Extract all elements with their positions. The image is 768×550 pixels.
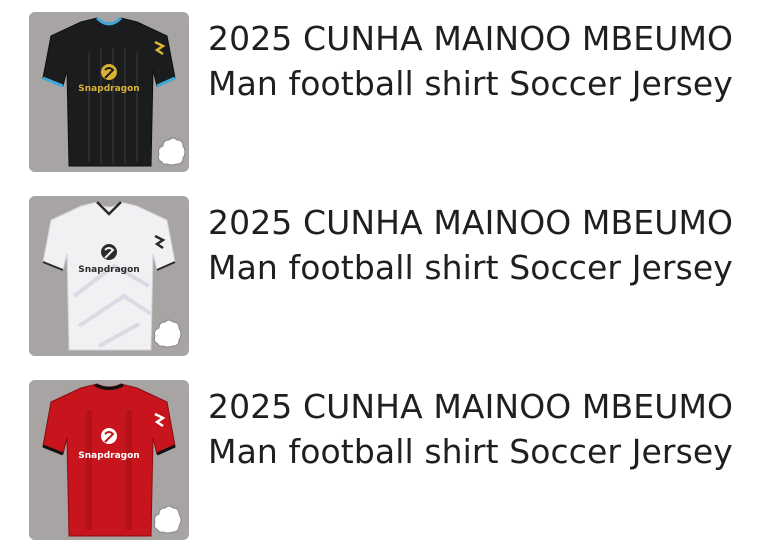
- lamb-icon: [153, 505, 182, 534]
- snapdragon-logo-icon: [101, 428, 117, 444]
- sponsor-text: Snapdragon: [78, 451, 139, 461]
- product-title[interactable]: 2025 CUNHA MAINOO MBEUMO Man football sh…: [208, 200, 768, 290]
- snapdragon-logo-icon: [101, 244, 117, 260]
- snapdragon-logo-icon: [101, 64, 117, 80]
- product-list: Snapdragon 2025 CUNHA MAINOO MBEUMO Man …: [0, 0, 768, 544]
- product-title-line-2: Man football shirt Soccer Jersey: [208, 64, 733, 103]
- product-thumbnail[interactable]: Snapdragon: [29, 196, 189, 356]
- product-title-line-1: 2025 CUNHA MAINOO MBEUMO: [208, 19, 734, 58]
- product-title-line-1: 2025 CUNHA MAINOO MBEUMO: [208, 203, 734, 242]
- product-item-1[interactable]: Snapdragon 2025 CUNHA MAINOO MBEUMO Man …: [0, 12, 768, 182]
- product-item-3[interactable]: Snapdragon 2025 CUNHA MAINOO MBEUMO Man …: [0, 380, 768, 550]
- product-title[interactable]: 2025 CUNHA MAINOO MBEUMO Man football sh…: [208, 16, 768, 106]
- sponsor-text: Snapdragon: [78, 84, 139, 94]
- product-title-line-2: Man football shirt Soccer Jersey: [208, 432, 733, 471]
- product-thumbnail[interactable]: Snapdragon: [29, 12, 189, 172]
- product-title[interactable]: 2025 CUNHA MAINOO MBEUMO Man football sh…: [208, 384, 768, 474]
- lamb-icon: [153, 319, 182, 348]
- jersey-image: Snapdragon: [42, 383, 182, 537]
- jersey-image: Snapdragon: [42, 201, 182, 351]
- lamb-icon: [157, 137, 186, 166]
- product-item-2[interactable]: Snapdragon 2025 CUNHA MAINOO MBEUMO Man …: [0, 196, 768, 366]
- sponsor-text: Snapdragon: [78, 265, 139, 275]
- jersey-image: Snapdragon: [42, 16, 186, 167]
- product-thumbnail[interactable]: Snapdragon: [29, 380, 189, 540]
- product-title-line-2: Man football shirt Soccer Jersey: [208, 248, 733, 287]
- product-title-line-1: 2025 CUNHA MAINOO MBEUMO: [208, 387, 734, 426]
